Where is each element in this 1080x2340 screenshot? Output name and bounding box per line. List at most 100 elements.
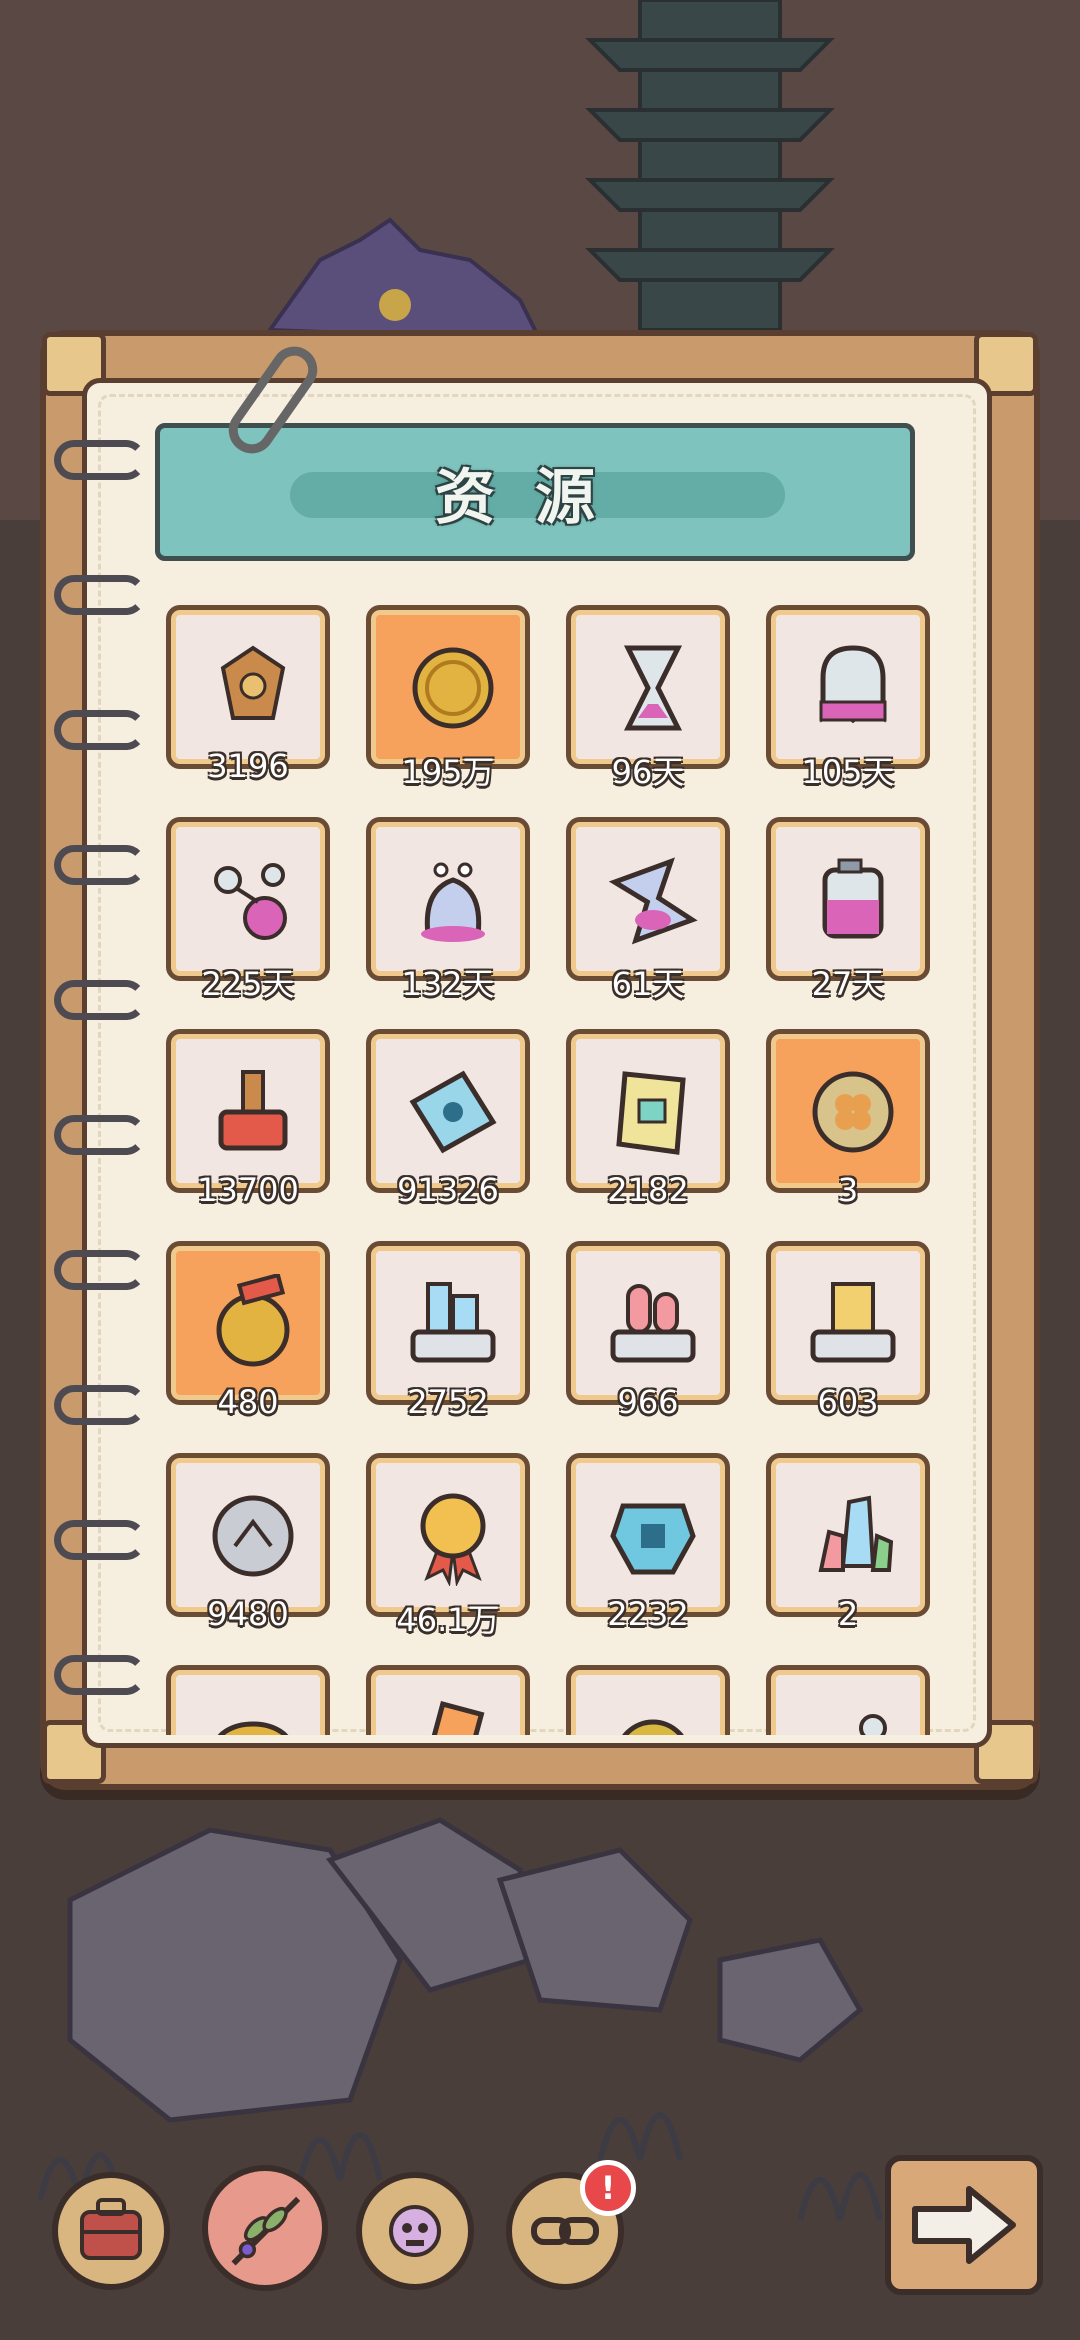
resource-tile[interactable]: 61天 [566, 817, 730, 1003]
resource-tile[interactable]: 225天 [166, 817, 330, 1003]
herb-branch-icon [231, 2196, 301, 2266]
notification-badge: ! [580, 2160, 636, 2216]
resource-tile-frame [366, 1453, 530, 1617]
resource-tile-frame [566, 817, 730, 981]
resource-tile[interactable]: 27天 [766, 817, 930, 1003]
resource-tile-frame [166, 605, 330, 769]
resource-count: 603 [817, 1383, 879, 1421]
resource-count: 61天 [611, 965, 685, 1003]
resource-tile[interactable]: 105天 [766, 605, 930, 791]
binder-ring [54, 710, 146, 750]
backpack-button[interactable] [52, 2172, 170, 2290]
resource-count: 91326 [397, 1171, 499, 1209]
resource-tile[interactable]: 480 [166, 1241, 330, 1421]
molecule-flask-icon [214, 863, 287, 940]
resource-tile-frame [366, 1241, 530, 1405]
resource-tile-frame [766, 1241, 930, 1405]
medal-coin-icon [216, 1274, 290, 1367]
game-scene: 资源 3196 195万 96天 105天 225天 132天 61天 27天 13700 913… [0, 0, 1080, 2340]
herb-button[interactable] [202, 2165, 328, 2291]
resource-tile-frame [566, 1241, 730, 1405]
binder-ring [54, 1520, 146, 1560]
resource-tile-frame [566, 1453, 730, 1617]
resource-tile[interactable]: 2232 [566, 1453, 730, 1633]
resource-count: 2232 [607, 1595, 689, 1633]
resource-tile-frame [166, 1029, 330, 1193]
resource-tile[interactable]: 2182 [566, 1029, 730, 1209]
resource-tile-frame [766, 605, 930, 769]
slime-creature-icon [421, 862, 485, 942]
binder-ring [54, 440, 146, 480]
key-icon [859, 1714, 887, 1735]
resource-tile[interactable]: 3 [766, 1029, 930, 1209]
resource-count: 3196 [207, 747, 289, 785]
arrow-right-icon [912, 2186, 1016, 2264]
resource-grid[interactable]: 3196 195万 96天 105天 225天 132天 61天 27天 13700 91326 2… [166, 605, 936, 1735]
resource-tile-frame [766, 1453, 930, 1617]
gear-skull-icon [389, 2205, 441, 2257]
binder-ring [54, 845, 146, 885]
resource-tile[interactable]: 9480 [166, 1453, 330, 1633]
resource-tile[interactable] [366, 1665, 530, 1735]
resource-count: 2 [837, 1595, 859, 1633]
resource-tile-frame [166, 1241, 330, 1405]
blue-shield-icon [610, 1503, 696, 1575]
resource-tile[interactable] [566, 1665, 730, 1735]
resource-tile[interactable]: 132天 [366, 817, 530, 1003]
card-icon [421, 1700, 485, 1735]
resource-tile-frame [766, 817, 930, 981]
resource-tile-frame [766, 1665, 930, 1735]
gear-skull-button[interactable] [356, 2172, 474, 2290]
ghost-icon [819, 645, 887, 724]
scroll-ticket-icon [616, 1071, 686, 1155]
resource-tile-frame [566, 1029, 730, 1193]
award-ribbon-icon [420, 1493, 486, 1586]
resource-tile[interactable]: 603 [766, 1241, 930, 1421]
binder-ring [54, 1385, 146, 1425]
resource-tile-frame [366, 1665, 530, 1735]
resource-tile-frame [366, 1029, 530, 1193]
resource-count: 2752 [407, 1383, 489, 1421]
resource-tile[interactable]: 46.1万 [366, 1453, 530, 1639]
resource-tile-frame [166, 1453, 330, 1617]
resource-tile-frame [566, 605, 730, 769]
next-button[interactable] [885, 2155, 1043, 2295]
resource-count: 13700 [197, 1171, 299, 1209]
resource-count: 96天 [611, 753, 685, 791]
dragon-emblem-icon [220, 645, 286, 720]
resource-tile-frame [166, 1665, 330, 1735]
blue-ticket-icon [409, 1070, 497, 1154]
potion-jar-icon [822, 858, 884, 939]
stamp-icon [218, 1070, 288, 1151]
resource-count: 132天 [401, 965, 495, 1003]
resource-count: 225天 [201, 965, 295, 1003]
resource-tile-frame [766, 1029, 930, 1193]
gold-bar-tray-icon [810, 1282, 896, 1363]
binder-ring [54, 980, 146, 1020]
resource-count: 9480 [207, 1595, 289, 1633]
hourglass-icon [623, 645, 683, 731]
resource-count: 2182 [607, 1171, 689, 1209]
resource-count: 46.1万 [396, 1601, 500, 1639]
resource-tile[interactable] [766, 1665, 930, 1735]
resource-tile[interactable] [166, 1665, 330, 1735]
resource-tile[interactable]: 96天 [566, 605, 730, 791]
resource-tile[interactable]: 966 [566, 1241, 730, 1421]
pink-gem-tray-icon [610, 1284, 696, 1363]
binder-ring [54, 575, 146, 615]
resource-count: 27天 [811, 965, 885, 1003]
binder-ring [54, 1115, 146, 1155]
resource-tile[interactable]: 2 [766, 1453, 930, 1633]
resource-tile[interactable]: 2752 [366, 1241, 530, 1421]
resource-tile[interactable]: 3196 [166, 605, 330, 785]
potion-funnel-icon [608, 857, 698, 945]
binder-ring [54, 1250, 146, 1290]
gold-coin-icon [412, 647, 494, 729]
backpack-icon [80, 2198, 142, 2260]
resource-count: 105天 [801, 753, 895, 791]
resource-tile[interactable]: 13700 [166, 1029, 330, 1209]
binder-ring [54, 1655, 146, 1695]
resource-tile[interactable]: 91326 [366, 1029, 530, 1209]
resource-count: 195万 [401, 753, 495, 791]
resource-tile[interactable]: 195万 [366, 605, 530, 791]
